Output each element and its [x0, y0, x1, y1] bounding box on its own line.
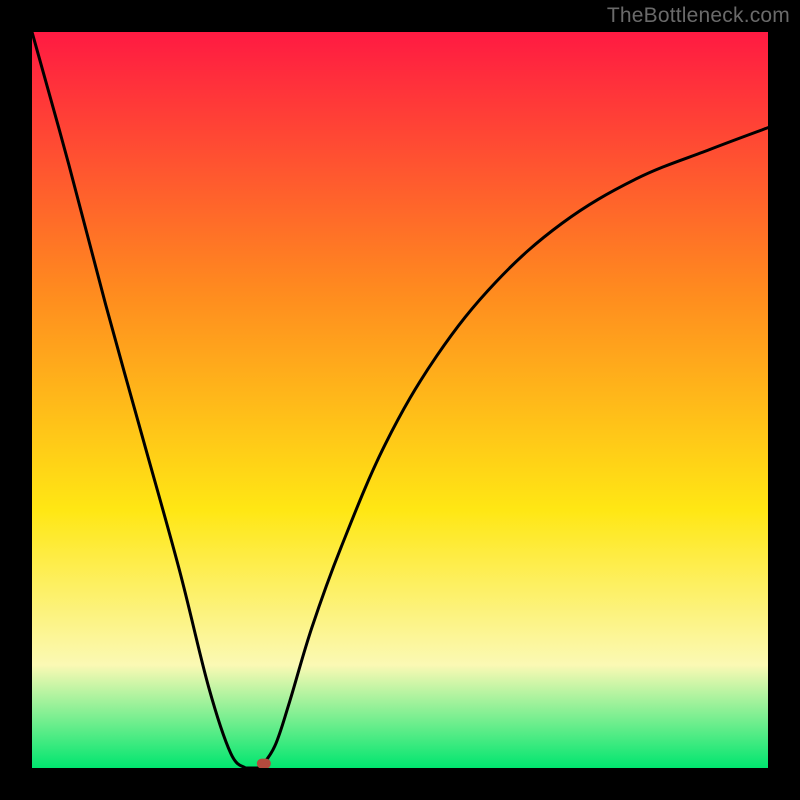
chart-svg: [32, 32, 768, 768]
gradient-background: [32, 32, 768, 768]
watermark-text: TheBottleneck.com: [607, 4, 790, 28]
chart-container: TheBottleneck.com: [0, 0, 800, 800]
optimal-point-marker: [257, 759, 271, 768]
plot-area: [32, 32, 768, 768]
